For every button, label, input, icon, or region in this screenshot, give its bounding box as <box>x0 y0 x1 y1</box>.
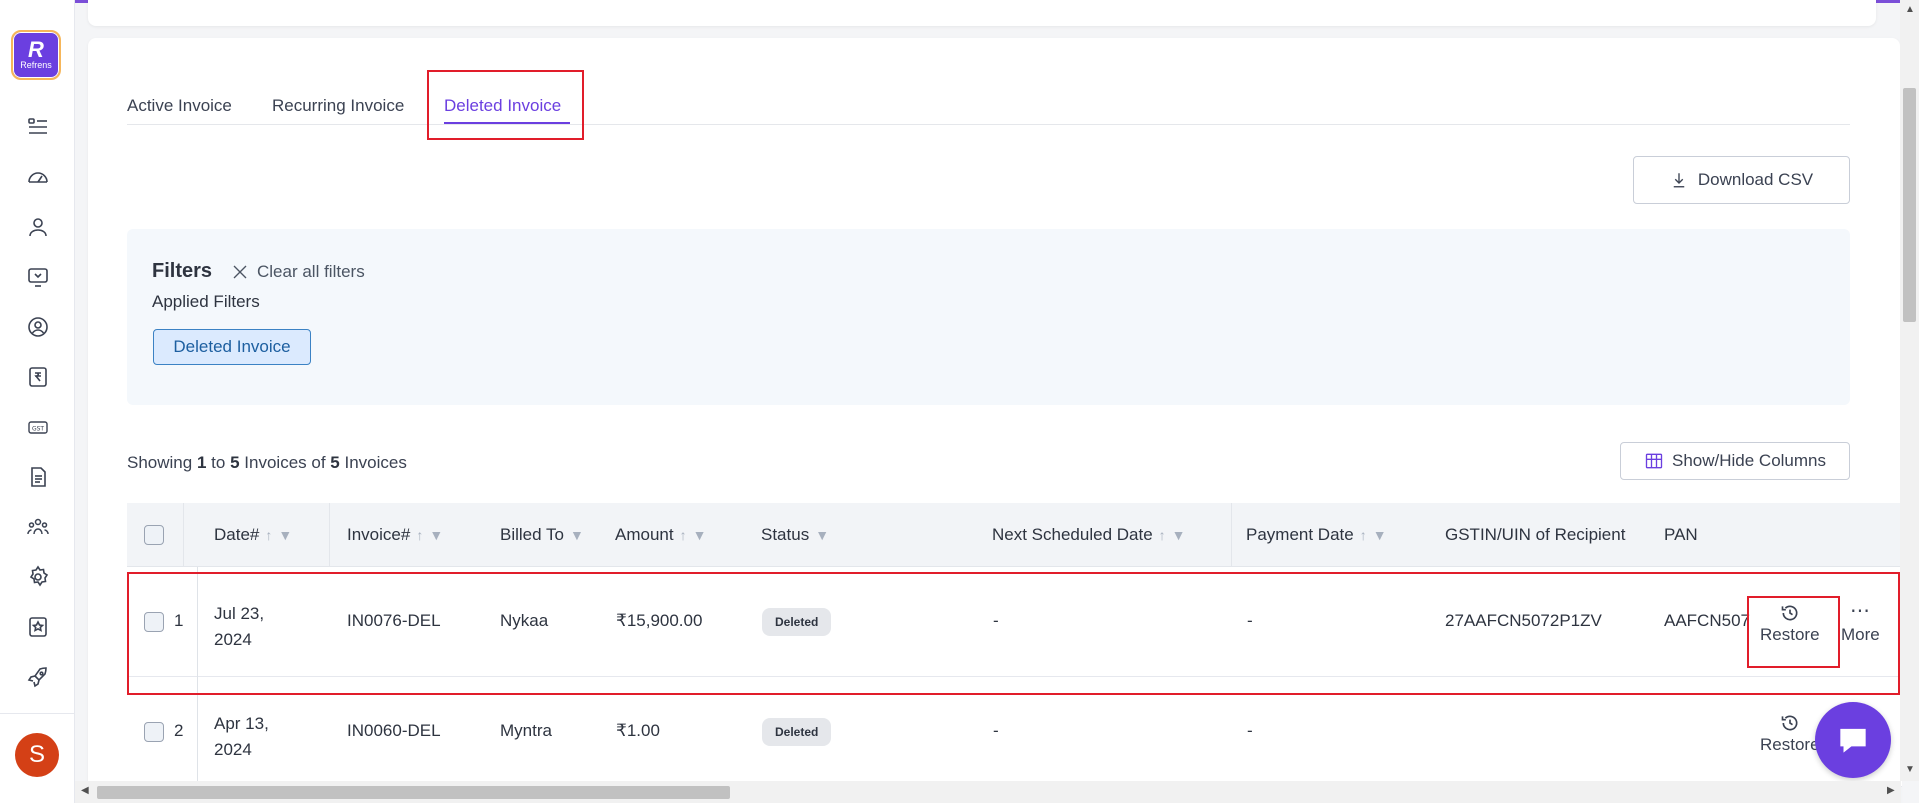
highlight-box-tab <box>427 70 584 140</box>
scroll-up-arrow-icon[interactable]: ▲ <box>1905 4 1915 15</box>
gst-icon[interactable]: GST <box>0 402 75 452</box>
invoice-tabs: Active Invoice Recurring Invoice Deleted… <box>127 70 1850 125</box>
download-icon <box>1673 173 1685 188</box>
monitor-sale-icon[interactable] <box>0 252 75 302</box>
user-avatar[interactable]: S <box>15 733 59 777</box>
chat-button[interactable] <box>1815 702 1891 778</box>
status-badge: Deleted <box>762 718 832 746</box>
filter-chip-deleted-invoice[interactable]: Deleted Invoice <box>153 329 311 365</box>
sort-arrow-icon[interactable]: ↑ <box>416 527 423 543</box>
table-header: Date# ↑ ▼ Invoice# ↑ ▼ Billed To ▼ Amount ↑ ▼ S… <box>127 503 1902 567</box>
filter-icon[interactable]: ▼ <box>693 527 707 543</box>
filter-icon[interactable]: ▼ <box>278 527 292 543</box>
top-card <box>88 0 1876 26</box>
columns-grid-icon <box>1645 453 1663 469</box>
col-pan[interactable]: PAN <box>1664 525 1698 545</box>
highlight-box-restore <box>1747 596 1840 668</box>
tab-active-invoice[interactable]: Active Invoice <box>127 96 232 116</box>
select-all-checkbox[interactable] <box>144 525 164 545</box>
row-checkbox[interactable] <box>144 722 164 742</box>
applied-filters-label: Applied Filters <box>152 292 260 311</box>
col-amount[interactable]: Amount ↑ ▼ <box>615 525 706 545</box>
col-billed-to[interactable]: Billed To ▼ <box>500 525 584 545</box>
rupee-doc-icon[interactable] <box>0 352 75 402</box>
scroll-right-arrow-icon[interactable]: ▶ <box>1887 785 1895 796</box>
download-csv-label: Download CSV <box>1697 170 1814 189</box>
sort-arrow-icon[interactable]: ↑ <box>1159 527 1166 543</box>
filter-icon[interactable]: ▼ <box>815 527 829 543</box>
filter-icon[interactable]: ▼ <box>1172 527 1186 543</box>
filters-title: Filters <box>152 260 213 282</box>
chat-bubble-icon <box>1840 728 1866 753</box>
col-payment-date[interactable]: Payment Date ↑ ▼ <box>1246 525 1387 545</box>
vertical-scrollbar[interactable]: ▲ ▼ <box>1900 0 1919 781</box>
sort-arrow-icon[interactable]: ↑ <box>265 527 272 543</box>
col-status[interactable]: Status ▼ <box>761 525 829 545</box>
showing-count-text: Showing 1 to 5 Invoices of 5 Invoices <box>127 453 407 472</box>
restore-history-icon <box>1781 715 1798 731</box>
row-next-scheduled-date: - <box>993 721 999 740</box>
row-date: Apr 13, 2024 <box>214 714 269 759</box>
settings-gear-icon[interactable] <box>0 552 75 602</box>
show-hide-columns-label: Show/Hide Columns <box>1671 451 1826 470</box>
logo-text: Refrens <box>20 59 52 70</box>
row-number: 2 <box>174 721 184 740</box>
svg-text:GST: GST <box>31 426 43 433</box>
row-amount: ₹1.00 <box>616 721 660 740</box>
restore-label: Restore <box>1760 735 1820 754</box>
row-payment-date: - <box>1247 721 1253 740</box>
user-circle-icon[interactable] <box>0 302 75 352</box>
user-icon[interactable] <box>0 202 75 252</box>
download-csv-button[interactable]: Download CSV <box>1633 156 1850 204</box>
col-date[interactable]: Date# ↑ ▼ <box>214 525 292 545</box>
col-gstin[interactable]: GSTIN/UIN of Recipient <box>1445 525 1625 545</box>
filters-panel: Filters Clear all filters Applied Filter… <box>127 229 1850 405</box>
filter-icon[interactable]: ▼ <box>1373 527 1387 543</box>
horizontal-scroll-thumb[interactable] <box>97 786 730 799</box>
dashboard-gauge-icon[interactable] <box>0 152 75 202</box>
menu-list-icon[interactable] <box>0 102 75 152</box>
show-hide-columns-button[interactable]: Show/Hide Columns <box>1620 442 1850 480</box>
row-billed-to: Myntra <box>500 721 552 740</box>
row-invoice-number[interactable]: IN0060-DEL <box>347 721 441 741</box>
tab-recurring-invoice[interactable]: Recurring Invoice <box>272 96 404 116</box>
sidebar: R Refrens GST S <box>0 0 75 803</box>
document-icon[interactable] <box>0 452 75 502</box>
star-badge-icon[interactable] <box>0 602 75 652</box>
clear-all-filters-label: Clear all filters <box>257 262 365 281</box>
restore-button[interactable]: Restore <box>1760 713 1820 755</box>
filter-icon[interactable]: ▼ <box>570 527 584 543</box>
col-next-scheduled-date[interactable]: Next Scheduled Date ↑ ▼ <box>992 525 1186 545</box>
col-invoice[interactable]: Invoice# ↑ ▼ <box>347 525 443 545</box>
sort-arrow-icon[interactable]: ↑ <box>680 527 687 543</box>
horizontal-scrollbar[interactable]: ◀ ▶ <box>75 781 1901 803</box>
refrens-logo[interactable]: R Refrens <box>11 30 61 80</box>
vertical-scroll-thumb[interactable] <box>1903 88 1916 322</box>
sidebar-divider <box>0 713 75 714</box>
filter-icon[interactable]: ▼ <box>429 527 443 543</box>
close-icon <box>233 265 247 279</box>
clear-all-filters-button[interactable]: Clear all filters <box>231 262 365 282</box>
scroll-left-arrow-icon[interactable]: ◀ <box>81 785 89 796</box>
highlight-box-row <box>127 572 1900 695</box>
rocket-icon[interactable] <box>0 652 75 702</box>
team-icon[interactable] <box>0 502 75 552</box>
logo-mark-icon: R <box>28 36 44 62</box>
scroll-down-arrow-icon[interactable]: ▼ <box>1905 764 1915 775</box>
sort-arrow-icon[interactable]: ↑ <box>1360 527 1367 543</box>
